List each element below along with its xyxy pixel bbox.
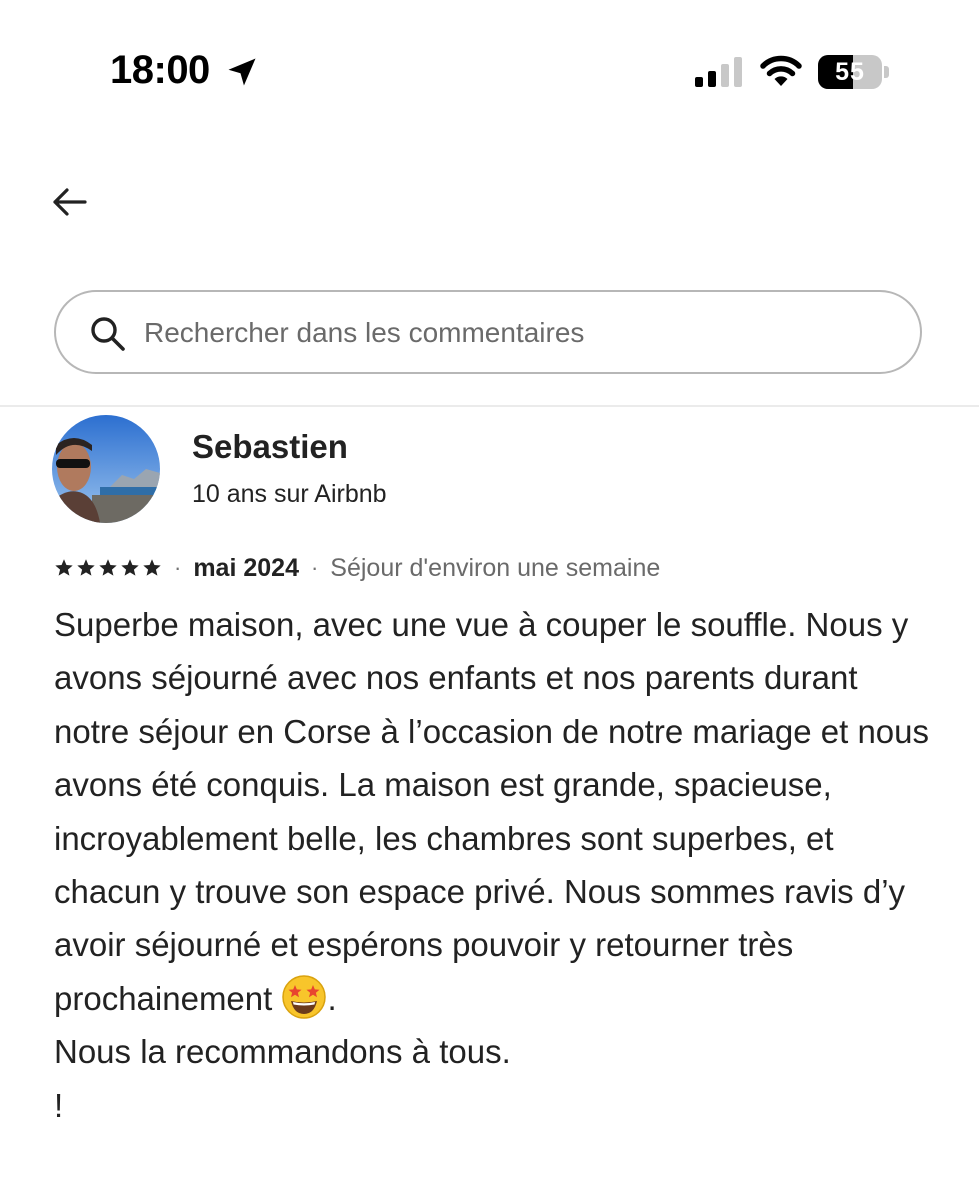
star-rating [54,558,162,578]
back-button[interactable] [44,176,96,228]
avatar[interactable] [52,415,160,523]
battery-tip [884,66,889,78]
separator-dot: · [310,555,319,580]
star-icon [143,559,161,576]
search-input[interactable] [142,310,886,356]
star-icon [121,559,139,576]
review-date: mai 2024 [193,553,299,582]
status-bar: 18:00 55 [0,0,979,140]
review-paragraph: Superbe maison, avec une vue à couper le… [54,598,934,1025]
review-paragraph: Nous la recommandons à tous. [54,1033,511,1071]
search-box[interactable] [54,290,922,374]
location-arrow-icon [228,58,256,86]
review-paragraph-end: . [327,979,337,1017]
battery-percent: 55 [835,58,865,86]
reviewer-name[interactable]: Sebastien [192,428,348,466]
review-paragraph: ! [54,1086,64,1124]
avatar-image [52,415,160,523]
star-struck-emoji-icon [282,975,327,1019]
status-time: 18:00 [110,48,210,92]
review-paragraph-text: Superbe maison, avec une vue à couper le… [54,606,929,1017]
stay-length: Séjour d'environ une semaine [330,553,661,582]
wifi-icon [760,55,802,86]
review-text: Superbe maison, avec une vue à couper le… [54,598,934,1132]
cellular-signal-icon [695,57,742,87]
separator-dot: · [174,555,182,580]
review-meta-row: · mai 2024 · Séjour d'environ une semain… [54,552,660,584]
reviewer-meta: 10 ans sur Airbnb [192,480,387,508]
star-icon [99,559,117,576]
star-icon [77,559,95,576]
arrow-left-icon [53,188,87,216]
battery-icon: 55 [818,55,882,89]
star-icon [55,559,73,576]
search-icon [91,317,125,351]
divider [0,405,979,407]
